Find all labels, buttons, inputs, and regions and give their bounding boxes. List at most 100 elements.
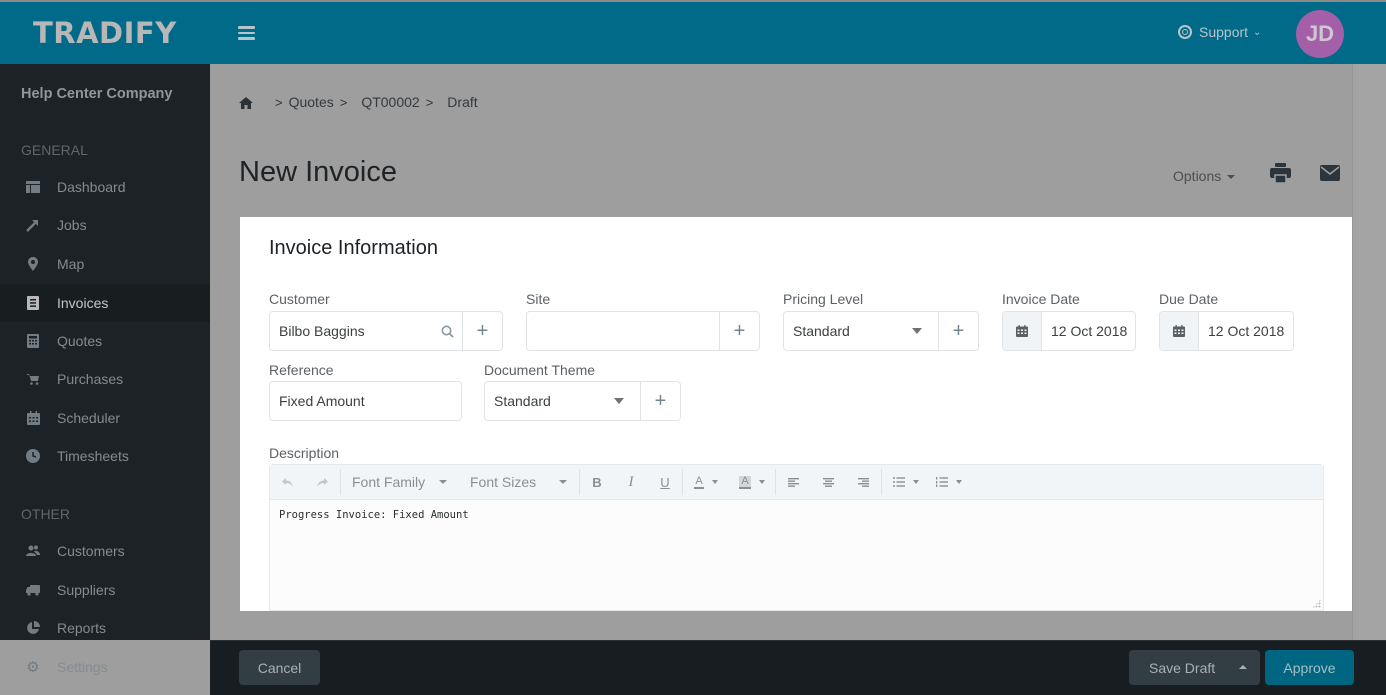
email-icon[interactable] [1320, 165, 1340, 181]
calendar-icon[interactable] [1160, 312, 1199, 350]
add-document-theme-button[interactable]: + [640, 382, 680, 420]
users-icon [26, 544, 40, 558]
site-field[interactable]: + [526, 311, 760, 351]
sidebar-item-map[interactable]: Map [0, 245, 210, 283]
add-pricing-level-button[interactable]: + [938, 312, 978, 350]
calendar-icon[interactable] [1003, 312, 1042, 350]
scrollbar[interactable] [1352, 64, 1386, 640]
document-theme-select[interactable]: Standard [485, 382, 614, 420]
search-icon[interactable] [432, 312, 462, 350]
caret-down-icon [912, 480, 919, 484]
customer-input[interactable]: Bilbo Baggins [270, 312, 432, 350]
dashboard-icon [26, 180, 40, 194]
breadcrumb-quotes[interactable]: Quotes [289, 94, 334, 110]
caret-up-icon[interactable] [1239, 665, 1247, 669]
description-editor[interactable]: Font Family Font Sizes B I U A A Progres… [269, 464, 1324, 611]
caret-down-icon [559, 480, 567, 484]
reference-field[interactable]: Fixed Amount [269, 381, 462, 421]
underline-button[interactable]: U [648, 465, 682, 500]
card-title: Invoice Information [269, 237, 438, 259]
numbered-list-button[interactable] [929, 465, 969, 500]
breadcrumb-separator: > [339, 94, 348, 110]
sidebar-item-timesheets[interactable]: Timesheets [0, 437, 210, 475]
reference-label: Reference [269, 362, 334, 378]
section-label-general: GENERAL [21, 142, 88, 158]
page-title: New Invoice [239, 156, 397, 188]
pricing-level-label: Pricing Level [783, 291, 864, 307]
print-icon[interactable] [1270, 163, 1291, 184]
menu-toggle-icon[interactable] [238, 26, 255, 40]
text-color-label: A [694, 474, 704, 489]
clock-icon [26, 449, 40, 463]
save-draft-button[interactable]: Save Draft [1129, 650, 1260, 685]
top-bar: TRADIFY Support ⌄ JD [0, 0, 1386, 64]
truck-icon [26, 583, 40, 597]
pricing-level-select[interactable]: Standard [784, 312, 912, 350]
invoice-date-field[interactable]: 12 Oct 2018 [1002, 311, 1136, 351]
due-date-field[interactable]: 12 Oct 2018 [1159, 311, 1294, 351]
add-site-button[interactable]: + [719, 312, 759, 350]
description-content[interactable]: Progress Invoice: Fixed Amount [270, 500, 1323, 530]
breadcrumb-draft: Draft [447, 94, 478, 110]
options-dropdown[interactable]: Options [1173, 168, 1236, 184]
font-sizes-dropdown[interactable]: Font Sizes [459, 465, 579, 500]
sidebar-item-suppliers[interactable]: Suppliers [0, 571, 210, 609]
resize-handle-icon[interactable] [1312, 599, 1321, 608]
align-right-icon[interactable] [846, 465, 881, 500]
breadcrumb-separator: > [425, 94, 434, 110]
tradify-logo[interactable]: TRADIFY [33, 16, 177, 50]
caret-down-icon [439, 480, 447, 484]
italic-button[interactable]: I [614, 465, 648, 500]
document-theme-field[interactable]: Standard + [484, 381, 681, 421]
support-label: Support [1199, 24, 1249, 40]
sidebar-item-customers[interactable]: Customers [0, 532, 210, 570]
site-input[interactable] [527, 312, 719, 350]
add-customer-button[interactable]: + [462, 312, 502, 350]
bold-button[interactable]: B [580, 465, 614, 500]
breadcrumb-quote-number[interactable]: QT00002 [361, 94, 419, 110]
align-left-icon[interactable] [776, 465, 811, 500]
bullet-list-button[interactable] [882, 465, 929, 500]
company-name[interactable]: Help Center Company [21, 86, 172, 102]
sidebar-item-dashboard[interactable]: Dashboard [0, 168, 210, 206]
sidebar-item-label: Jobs [57, 217, 87, 233]
font-sizes-label: Font Sizes [470, 474, 537, 490]
redo-icon[interactable] [304, 465, 340, 500]
home-icon[interactable] [239, 96, 253, 109]
sidebar: Help Center Company GENERAL Dashboard Jo… [0, 64, 210, 676]
invoice-date-input[interactable]: 12 Oct 2018 [1042, 312, 1135, 350]
hammer-icon [26, 218, 40, 232]
sidebar-item-reports[interactable]: Reports [0, 609, 210, 647]
reference-input[interactable]: Fixed Amount [270, 382, 461, 420]
customer-label: Customer [269, 291, 330, 307]
save-draft-label: Save Draft [1149, 659, 1216, 676]
customer-field[interactable]: Bilbo Baggins + [269, 311, 503, 351]
sidebar-item-label: Reports [57, 620, 107, 636]
sidebar-item-scheduler[interactable]: Scheduler [0, 399, 210, 437]
sidebar-item-settings[interactable]: ⚙ Settings [0, 648, 210, 686]
text-color-button[interactable]: A [683, 465, 729, 500]
pricing-level-field[interactable]: Standard + [783, 311, 979, 351]
approve-button[interactable]: Approve [1265, 650, 1354, 685]
font-family-dropdown[interactable]: Font Family [341, 465, 459, 500]
calculator-icon [26, 334, 40, 348]
support-menu[interactable]: Support ⌄ [1178, 24, 1261, 40]
chevron-down-icon: ⌄ [1253, 26, 1262, 38]
due-date-input[interactable]: 12 Oct 2018 [1199, 312, 1293, 350]
sidebar-item-jobs[interactable]: Jobs [0, 206, 210, 244]
sidebar-item-label: Scheduler [57, 410, 121, 426]
align-center-icon[interactable] [811, 465, 846, 500]
invoice-icon [26, 296, 40, 310]
pie-chart-icon [26, 621, 40, 635]
sidebar-item-invoices[interactable]: Invoices [0, 284, 210, 322]
due-date-label: Due Date [1159, 291, 1219, 307]
user-avatar[interactable]: JD [1296, 10, 1344, 58]
background-color-button[interactable]: A [729, 465, 775, 500]
sidebar-item-purchases[interactable]: Purchases [0, 360, 210, 398]
editor-toolbar: Font Family Font Sizes B I U A A [270, 465, 1323, 500]
calendar-icon [26, 411, 40, 425]
cancel-button[interactable]: Cancel [239, 650, 320, 685]
undo-icon[interactable] [270, 465, 304, 500]
sidebar-item-label: Settings [57, 659, 108, 675]
sidebar-item-quotes[interactable]: Quotes [0, 322, 210, 360]
